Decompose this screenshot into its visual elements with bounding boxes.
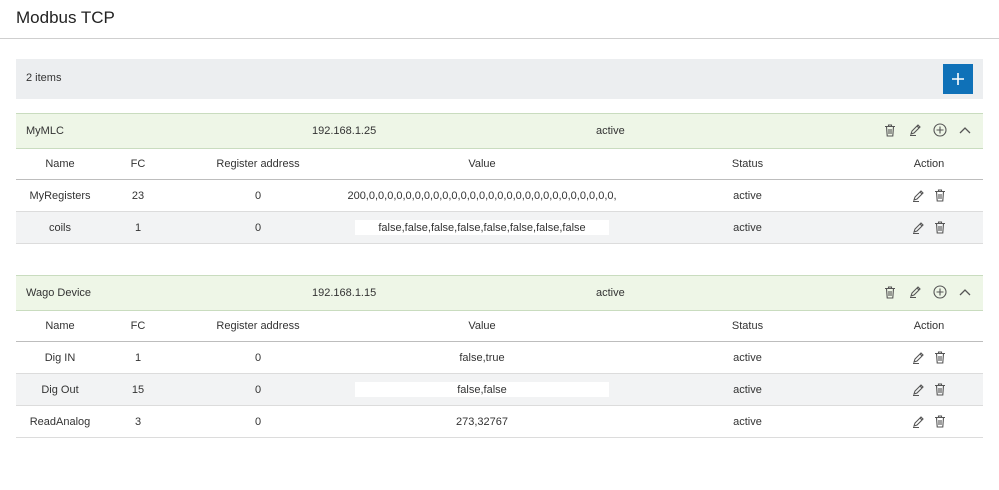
row-fc: 23 [131,189,145,202]
device-name: MyMLC [26,125,64,137]
column-header-value: Value [468,320,496,332]
add-device-button[interactable] [943,64,973,94]
plus-icon [952,73,964,85]
pencil-icon[interactable] [907,122,923,138]
chevron-up-icon[interactable] [957,284,973,300]
pencil-icon[interactable] [910,188,926,204]
table-row: Dig IN 1 0 false,true active [16,342,983,374]
device-panel-mymlc: MyMLC 192.168.1.25 active Name FC Regist… [16,113,983,244]
chevron-up-icon[interactable] [957,122,973,138]
trash-icon[interactable] [882,284,898,300]
row-actions [875,188,983,204]
trash-icon[interactable] [932,220,948,236]
page-header: Modbus TCP [0,0,999,39]
row-status: active [733,351,762,364]
device-ip: 192.168.1.15 [312,287,377,299]
pencil-icon[interactable] [910,220,926,236]
row-status: active [733,383,762,396]
device-header[interactable]: MyMLC 192.168.1.25 active [16,113,983,149]
column-header-action: Action [913,320,945,332]
table-row: ReadAnalog 3 0 273,32767 active [16,406,983,438]
row-value[interactable]: false,false [355,382,609,397]
row-register: 0 [254,351,262,364]
column-header-register: Register address [216,158,300,170]
column-header-status: Status [731,158,764,170]
row-actions [875,414,983,430]
column-header-name: Name [45,320,75,332]
row-fc: 3 [134,415,142,428]
row-value-cell: 200,0,0,0,0,0,0,0,0,0,0,0,0,0,0,0,0,0,0,… [344,180,620,211]
trash-icon[interactable] [932,188,948,204]
column-header-action: Action [913,158,945,170]
row-fc: 15 [131,383,145,396]
row-value[interactable]: false,false,false,false,false,false,fals… [355,220,609,235]
row-name: coils [48,221,71,234]
trash-icon[interactable] [932,350,948,366]
item-count: 2 items [26,72,62,84]
row-value-cell: false,true [344,342,620,373]
row-value[interactable]: false,true [355,350,609,365]
column-header-register: Register address [216,320,300,332]
device-status: active [596,125,625,137]
row-register: 0 [254,383,262,396]
pencil-icon[interactable] [907,284,923,300]
page-title: Modbus TCP [16,8,115,27]
add-circle-icon[interactable] [932,284,948,300]
device-actions [882,122,973,138]
row-status: active [733,221,762,234]
items-toolbar: 2 items [16,59,983,99]
table-header-row: Name FC Register address Value Status Ac… [16,311,983,342]
column-header-fc: FC [130,320,146,332]
trash-icon[interactable] [932,382,948,398]
trash-icon[interactable] [882,122,898,138]
row-register: 0 [254,415,262,428]
row-fc: 1 [134,221,142,234]
column-header-value: Value [468,158,496,170]
device-panel-wago: Wago Device 192.168.1.15 active Name FC … [16,275,983,438]
row-value[interactable]: 200,0,0,0,0,0,0,0,0,0,0,0,0,0,0,0,0,0,0,… [347,188,616,203]
table-header-row: Name FC Register address Value Status Ac… [16,149,983,180]
pencil-icon[interactable] [910,414,926,430]
row-name: Dig Out [41,383,79,396]
column-header-fc: FC [130,158,146,170]
table-row: Dig Out 15 0 false,false active [16,374,983,406]
pencil-icon[interactable] [910,382,926,398]
add-circle-icon[interactable] [932,122,948,138]
row-register: 0 [254,189,262,202]
column-header-status: Status [731,320,764,332]
pencil-icon[interactable] [910,350,926,366]
row-fc: 1 [134,351,142,364]
device-actions [882,284,973,300]
row-value-cell: false,false [344,374,620,405]
device-name: Wago Device [26,287,92,299]
row-actions [875,350,983,366]
table-row: coils 1 0 false,false,false,false,false,… [16,212,983,244]
table-row: MyRegisters 23 0 200,0,0,0,0,0,0,0,0,0,0… [16,180,983,212]
column-header-name: Name [45,158,75,170]
row-name: Dig IN [44,351,76,364]
row-actions [875,220,983,236]
row-value-cell: 273,32767 [344,406,620,437]
row-name: MyRegisters [29,189,91,202]
row-actions [875,382,983,398]
row-status: active [733,415,762,428]
device-header[interactable]: Wago Device 192.168.1.15 active [16,275,983,311]
device-status: active [596,287,625,299]
trash-icon[interactable] [932,414,948,430]
row-register: 0 [254,221,262,234]
row-value-cell: false,false,false,false,false,false,fals… [344,212,620,243]
row-name: ReadAnalog [29,415,91,428]
row-status: active [733,189,762,202]
device-ip: 192.168.1.25 [312,125,377,137]
row-value[interactable]: 273,32767 [355,414,609,429]
